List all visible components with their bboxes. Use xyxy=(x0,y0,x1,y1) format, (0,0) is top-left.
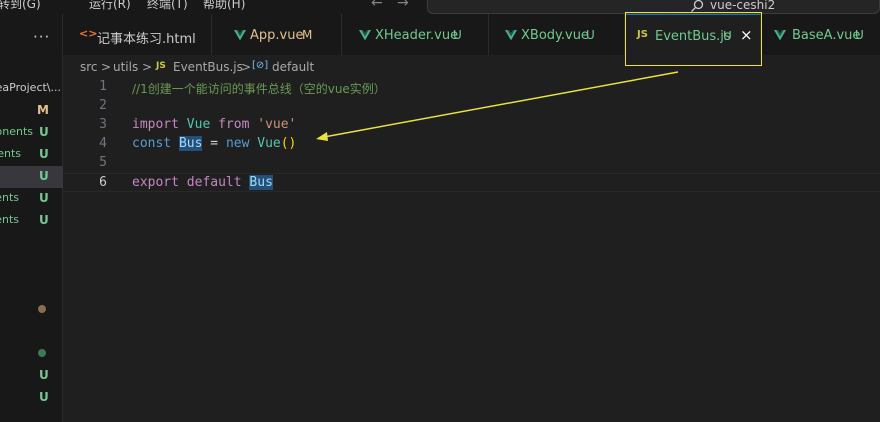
code-line: 2 xyxy=(63,97,880,116)
git-status-badge: U xyxy=(39,390,49,404)
tab-label: App.vue xyxy=(250,28,304,43)
vue-icon xyxy=(234,30,246,41)
git-status-badge: U xyxy=(453,28,462,42)
tab-label: 记事本练习.html xyxy=(97,32,196,47)
menu-item-help[interactable]: 帮助(H) xyxy=(203,0,245,12)
html-icon: <> xyxy=(79,27,98,40)
code-comment: //1创建一个能访问的事件总线（空的vue实例） xyxy=(132,82,386,96)
explorer-item-label: eaProject\... xyxy=(0,81,61,94)
tab-xheader-vue[interactable]: XHeader.vue U xyxy=(342,14,489,55)
code-text: import Vue from 'vue' xyxy=(132,117,296,132)
vue-icon xyxy=(505,30,517,41)
breadcrumb-item[interactable]: utils xyxy=(113,60,138,74)
arrow-left-icon[interactable]: ← xyxy=(371,0,383,11)
token-keyword: from xyxy=(218,117,250,132)
tab-xbody-vue[interactable]: XBody.vue U xyxy=(489,14,625,55)
explorer-item-label: ents xyxy=(0,213,19,226)
vue-icon xyxy=(359,30,371,41)
git-status-badge: U xyxy=(39,213,49,227)
git-status-badge: M xyxy=(37,103,49,117)
tab-notepad-html[interactable]: <> 记事本练习.html xyxy=(63,14,212,55)
code-text: export default Bus xyxy=(132,175,273,190)
tab-basea-vue[interactable]: BaseA.vue U xyxy=(761,14,880,55)
menu-item-goto[interactable]: 转到(G) xyxy=(0,0,41,12)
explorer-item[interactable]: M xyxy=(0,100,63,122)
token-keyword: default xyxy=(186,175,242,190)
code-text: const Bus = new Vue() xyxy=(132,136,296,151)
chevron-right-icon: > xyxy=(101,60,112,74)
symbol-variable-icon: [⊘] xyxy=(252,60,269,71)
line-number: 1 xyxy=(99,79,107,94)
menu-item-run[interactable]: 运行(R) xyxy=(89,0,131,12)
tab-label: XBody.vue xyxy=(521,28,589,43)
explorer-item-label: onents xyxy=(0,125,33,138)
workspace-name: vue-ceshi2 xyxy=(710,0,776,12)
explorer-item[interactable]: onents U xyxy=(0,122,63,144)
token-keyword: new xyxy=(225,136,250,151)
explorer-item-selected[interactable]: U xyxy=(0,166,63,188)
breadcrumb: src > utils > JS EventBus.js > [⊘] defau… xyxy=(63,56,880,78)
git-status-badge: U xyxy=(39,191,49,205)
explorer-item-label: nents xyxy=(0,191,19,204)
token-keyword: import xyxy=(132,117,179,132)
chevron-right-icon: > xyxy=(142,60,153,74)
menu-item-terminal[interactable]: 终端(T) xyxy=(147,0,188,12)
token-class: Vue xyxy=(186,117,211,132)
untracked-dot-icon xyxy=(38,349,46,357)
explorer-item-label: ents xyxy=(0,147,21,160)
code-line: 5 xyxy=(63,154,880,173)
code-line-current: 6 export default Bus xyxy=(63,173,880,192)
git-status-badge: U xyxy=(855,28,864,42)
git-status-badge: U xyxy=(586,28,595,42)
git-status-badge: U xyxy=(39,368,49,382)
git-status-badge: U xyxy=(39,169,49,183)
token-class: Vue xyxy=(257,136,281,151)
git-status-badge: M xyxy=(302,28,313,42)
tab-label: XHeader.vue xyxy=(375,28,459,43)
explorer-sidebar: ··· eaProject\... M onents U ents U U ne… xyxy=(0,14,63,422)
token-string: 'vue' xyxy=(257,117,297,132)
token-keyword: export xyxy=(132,175,179,190)
breadcrumb-item[interactable]: src xyxy=(80,60,98,74)
code-line: 4 const Bus = new Vue() xyxy=(63,135,880,154)
js-icon: JS xyxy=(156,61,166,71)
token-bracket: () xyxy=(280,136,297,151)
explorer-item[interactable]: ents U xyxy=(0,144,63,166)
arrow-right-icon[interactable]: → xyxy=(397,0,409,11)
git-status-badge: U xyxy=(39,147,49,161)
ellipsis-icon[interactable]: ··· xyxy=(33,28,50,46)
line-number: 6 xyxy=(99,175,107,190)
vue-icon xyxy=(774,30,786,41)
token-variable-highlighted: Bus xyxy=(178,136,203,151)
line-number: 5 xyxy=(99,155,107,170)
breadcrumb-item[interactable]: EventBus.js xyxy=(173,60,243,74)
line-number: 4 xyxy=(99,136,107,151)
explorer-item[interactable]: nents U xyxy=(0,188,63,210)
chevron-right-icon: > xyxy=(241,60,252,74)
git-status-badge: U xyxy=(39,125,49,139)
tab-app-vue[interactable]: App.vue M xyxy=(212,14,342,55)
token-storage: const xyxy=(132,136,172,151)
line-number: 2 xyxy=(99,98,107,113)
explorer-item[interactable]: eaProject\... xyxy=(0,78,63,100)
line-number: 3 xyxy=(99,117,107,132)
breadcrumb-item[interactable]: default xyxy=(272,60,314,74)
code-line: 1 //1创建一个能访问的事件总线（空的vue实例） xyxy=(63,78,880,97)
code-line: 3 import Vue from 'vue' xyxy=(63,116,880,135)
code-editor[interactable]: 1 //1创建一个能访问的事件总线（空的vue实例） 2 3 import Vu… xyxy=(63,78,880,422)
tab-label: BaseA.vue xyxy=(792,28,861,43)
token-operator: = xyxy=(210,136,219,151)
token-variable-highlighted: Bus xyxy=(249,175,273,190)
explorer-item[interactable]: ents U xyxy=(0,210,63,232)
modified-dot-icon xyxy=(38,305,46,313)
